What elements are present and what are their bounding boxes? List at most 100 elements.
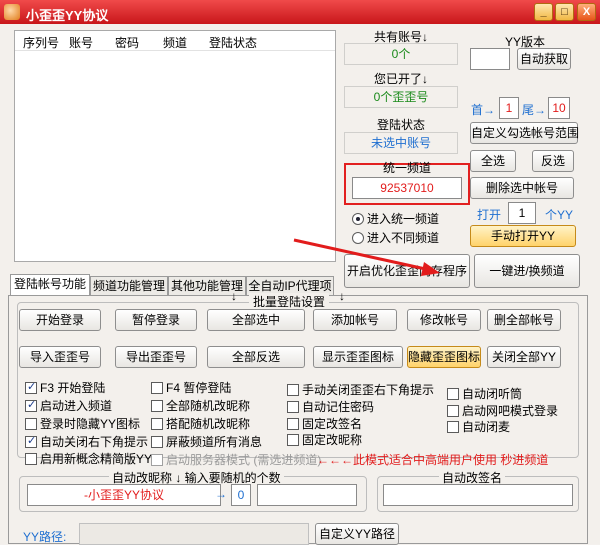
column-header-password[interactable]: 密码 [115, 34, 139, 51]
minimize-button[interactable]: _ [534, 3, 553, 21]
checkbox-box [447, 405, 459, 417]
nickname-arrow-icon: → [215, 487, 227, 501]
login-status-value: 未选中账号 [370, 136, 431, 150]
close-button[interactable]: X [577, 3, 596, 21]
checkbox-box [287, 384, 299, 396]
nickname-extra-input[interactable] [257, 484, 357, 506]
column-header-login-status[interactable]: 登陆状态 [209, 34, 257, 51]
select-all-accounts-button[interactable]: 全部选中 [207, 309, 305, 331]
title-bar: 小歪歪YY协议 _ □ X [0, 0, 600, 24]
table-header: 序列号 账号 密码 频道 登陆状态 [15, 31, 335, 51]
checkbox-auto-mute-mic[interactable]: 自动闭麦 [447, 418, 510, 435]
edit-account-button[interactable]: 修改帐号 [407, 309, 481, 331]
opened-box: 0个歪歪号 [344, 86, 458, 108]
nickname-input[interactable]: -小歪歪YY协议 [27, 484, 221, 506]
checkbox-remember-password[interactable]: 自动记住密码 [287, 398, 374, 415]
checkbox-hide-yy-icon[interactable]: 登录时隐藏YY图标 [25, 415, 140, 432]
checkbox-auto-enter-channel[interactable]: 启动进入频道 [25, 397, 112, 414]
checkbox-f4-pause[interactable]: F4 暂停登陆 [151, 379, 231, 396]
annotation-arrow-icon [293, 238, 440, 276]
checkbox-random-nickname-mix[interactable]: 搭配随机改昵称 [151, 415, 250, 432]
tab-login-account[interactable]: 登陆帐号功能 [10, 274, 90, 296]
tab-content: 批量登陆设置 ↓ ↓ 开始登录 暂停登录 全部选中 添加帐号 修改帐号 删全部帐… [8, 289, 588, 545]
checkbox-f3-start[interactable]: F3 开始登陆 [25, 379, 105, 396]
checkbox-label: 固定改签名 [302, 417, 363, 431]
checkbox-auto-close-tip[interactable]: 自动关闭右下角提示 [25, 433, 148, 450]
range-last-input[interactable]: 10 [548, 97, 570, 119]
random-count-input[interactable]: 0 [231, 484, 251, 506]
range-first-input[interactable]: 1 [499, 97, 519, 119]
checkbox-random-nickname-all[interactable]: 全部随机改昵称 [151, 397, 250, 414]
radio-dot [352, 213, 364, 225]
custom-yy-path-button[interactable]: 自定义YY路径 [315, 523, 399, 545]
checkbox-fixed-signature[interactable]: 固定改签名 [287, 415, 362, 432]
checkbox-box [151, 418, 163, 430]
export-accounts-button[interactable]: 导出歪歪号 [115, 346, 197, 368]
checkbox-label: 登录时隐藏YY图标 [40, 417, 141, 431]
window-title: 小歪歪YY协议 [26, 8, 109, 23]
invert-all-button[interactable]: 全部反选 [207, 346, 305, 368]
show-yy-icon-button[interactable]: 显示歪歪图标 [313, 346, 403, 368]
checkbox-netcafe-mode[interactable]: 启动网吧模式登录 [447, 402, 558, 419]
checkbox-label: 自动闭麦 [462, 420, 511, 434]
pause-login-button[interactable]: 暂停登录 [115, 309, 197, 331]
open-count-input[interactable]: 1 [508, 202, 536, 224]
checkbox-label: 搭配随机改昵称 [166, 417, 251, 431]
checkbox-label: 自动闭听筒 [462, 387, 523, 401]
checkbox-box [447, 421, 459, 433]
custom-range-button[interactable]: 自定义勾选帐号范围 [470, 122, 579, 144]
checkbox-box [25, 398, 37, 412]
checkbox-manual-close-tip[interactable]: 手动关闭歪歪右下角提示 [287, 381, 434, 398]
yy-path-input[interactable] [79, 523, 309, 545]
login-status-label: 登陆状态 [376, 118, 425, 132]
checkbox-label: 启动进入频道 [40, 399, 113, 413]
invert-select-button[interactable]: 反选 [532, 150, 574, 172]
column-header-channel[interactable]: 频道 [163, 34, 187, 51]
column-header-serial[interactable]: 序列号 [23, 34, 59, 51]
account-table[interactable]: 序列号 账号 密码 频道 登陆状态 [14, 30, 336, 262]
auto-get-button[interactable]: 自动获取 [517, 48, 571, 70]
maximize-button[interactable]: □ [555, 3, 574, 21]
enter-unified-channel-radio[interactable]: 进入统一频道 [352, 210, 439, 227]
import-accounts-button[interactable]: 导入歪歪号 [19, 346, 101, 368]
checkbox-label: 自动关闭右下角提示 [40, 435, 149, 449]
checkbox-label: 全部随机改昵称 [166, 399, 251, 413]
checkbox-server-mode[interactable]: 启动服务器模式 (需选进频道) [151, 451, 321, 468]
checkbox-box [287, 434, 299, 446]
select-all-button[interactable]: 全选 [470, 150, 516, 172]
yy-version-input[interactable] [470, 48, 510, 70]
tab-channel-management[interactable]: 频道功能管理 [90, 276, 168, 296]
checkbox-lite-yy[interactable]: 启用新概念精简版YY [25, 450, 152, 467]
checkbox-fixed-nickname[interactable]: 固定改昵称 [287, 431, 362, 448]
add-account-button[interactable]: 添加帐号 [313, 309, 397, 331]
signature-input[interactable] [383, 484, 573, 506]
checkbox-label: 固定改昵称 [302, 433, 363, 447]
server-mode-note: ←←←此模式适合中高端用户使用 秒进频道 [317, 453, 549, 467]
range-last-label: 尾→ [522, 103, 547, 117]
delete-selected-button[interactable]: 删除选中帐号 [470, 177, 574, 199]
range-first-label: 首→ [471, 103, 496, 117]
manual-open-yy-button[interactable]: 手动打开YY [470, 225, 576, 247]
checkbox-box [151, 436, 163, 448]
checkbox-block-messages[interactable]: 屏蔽频道所有消息 [151, 433, 262, 450]
checkbox-box [25, 453, 37, 465]
close-all-yy-button[interactable]: 关闭全部YY [487, 346, 561, 368]
checkbox-label: F4 暂停登陆 [166, 381, 232, 395]
checkbox-auto-close-speaker[interactable]: 自动闭听筒 [447, 385, 522, 402]
checkbox-label: 启动服务器模式 (需选进频道) [166, 453, 322, 467]
unified-channel-input[interactable]: 92537010 [352, 177, 462, 199]
start-login-button[interactable]: 开始登录 [19, 309, 101, 331]
delete-all-accounts-button[interactable]: 删全部帐号 [487, 309, 561, 331]
checkbox-box [151, 382, 163, 394]
main-window: 小歪歪YY协议 _ □ X 序列号 账号 密码 频道 登陆状态 共有账号↓ 0个… [0, 0, 600, 545]
checkbox-box [25, 418, 37, 430]
batch-arrow-right-icon: ↓ [339, 289, 345, 303]
checkbox-box [447, 388, 459, 400]
column-header-account[interactable]: 账号 [69, 34, 93, 51]
hide-yy-icon-button[interactable]: 隐藏歪歪图标 [407, 346, 481, 368]
checkbox-box [287, 418, 299, 430]
checkbox-label: 启动网吧模式登录 [462, 404, 559, 418]
radio-label: 进入统一频道 [367, 212, 440, 226]
join-channel-button[interactable]: 一键进/换频道 [474, 254, 580, 288]
checkbox-box [25, 434, 37, 448]
